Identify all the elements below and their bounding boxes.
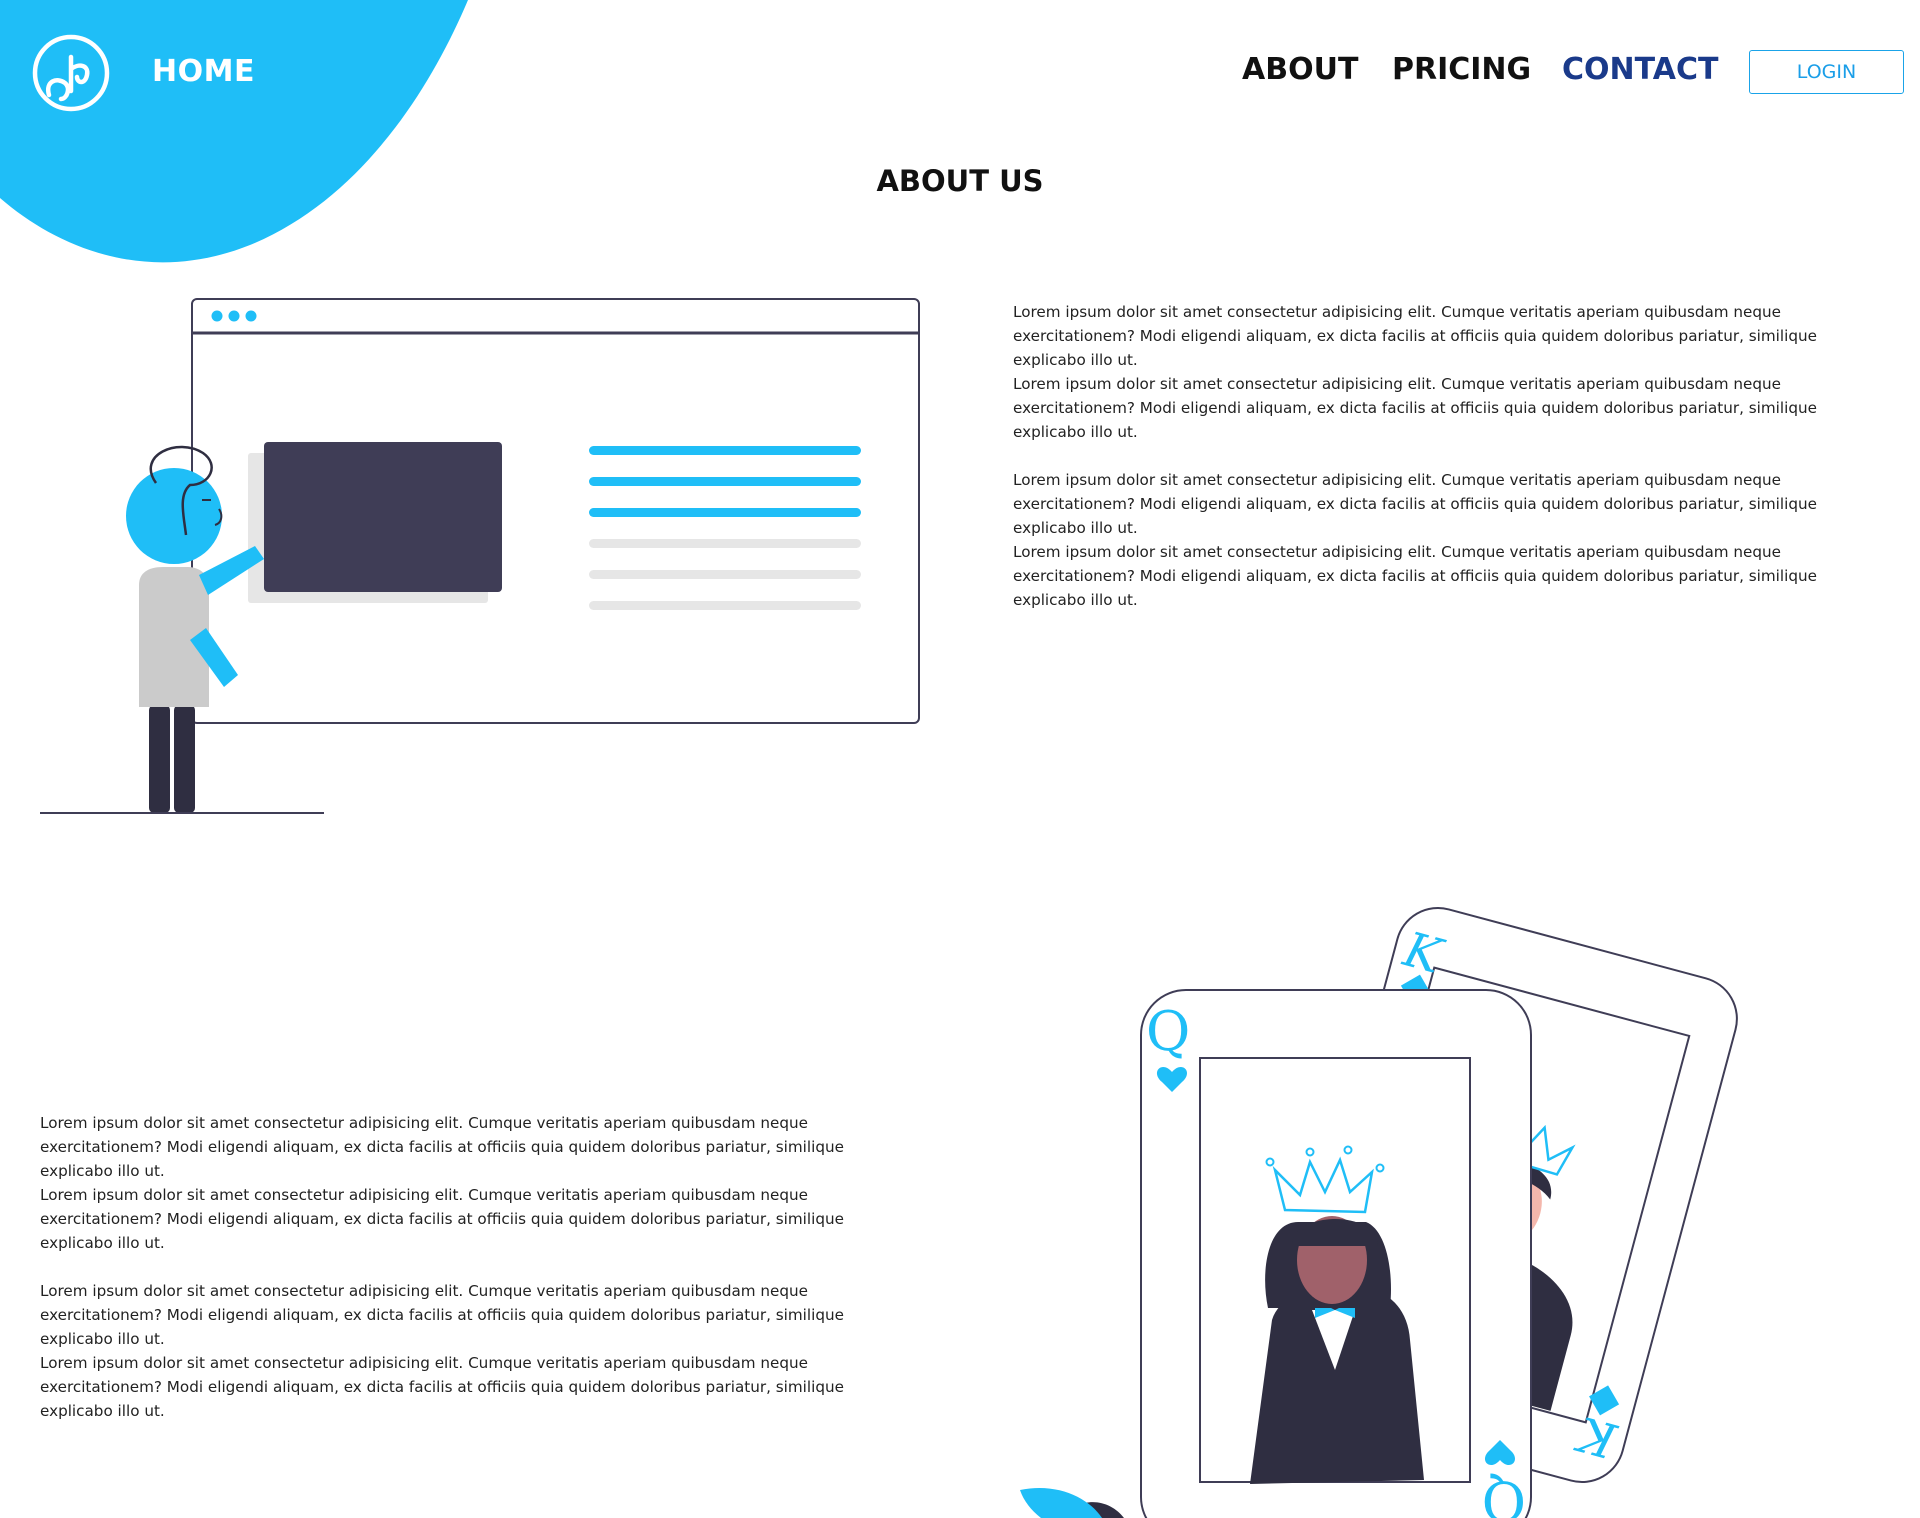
page-title: ABOUT US bbox=[876, 164, 1044, 198]
cards-illustration: K K Q Q bbox=[1020, 907, 1738, 1518]
nav-home[interactable]: HOME bbox=[152, 54, 255, 89]
paragraph: Lorem ipsum dolor sit amet consectetur a… bbox=[40, 1354, 844, 1420]
paragraph: Lorem ipsum dolor sit amet consectetur a… bbox=[1013, 375, 1817, 441]
nav-contact[interactable]: CONTACT bbox=[1562, 52, 1718, 87]
about-text-block-2: Lorem ipsum dolor sit amet consectetur a… bbox=[40, 1111, 920, 1423]
paragraph: Lorem ipsum dolor sit amet consectetur a… bbox=[1013, 303, 1817, 369]
nav-about[interactable]: ABOUT bbox=[1242, 52, 1358, 87]
paragraph: Lorem ipsum dolor sit amet consectetur a… bbox=[40, 1282, 844, 1348]
presentation-illustration bbox=[40, 298, 920, 814]
paragraph: Lorem ipsum dolor sit amet consectetur a… bbox=[40, 1186, 844, 1252]
logo-icon[interactable] bbox=[31, 33, 111, 113]
paragraph: Lorem ipsum dolor sit amet consectetur a… bbox=[1013, 471, 1817, 537]
about-text-block-1: Lorem ipsum dolor sit amet consectetur a… bbox=[1013, 300, 1893, 612]
queen-letter-top: Q bbox=[1146, 1000, 1190, 1063]
paragraph: Lorem ipsum dolor sit amet consectetur a… bbox=[40, 1114, 844, 1180]
login-button[interactable]: LOGIN bbox=[1749, 50, 1904, 94]
paragraph: Lorem ipsum dolor sit amet consectetur a… bbox=[1013, 543, 1817, 609]
nav-pricing[interactable]: PRICING bbox=[1392, 52, 1531, 87]
queen-letter-bottom: Q bbox=[1482, 1469, 1526, 1518]
